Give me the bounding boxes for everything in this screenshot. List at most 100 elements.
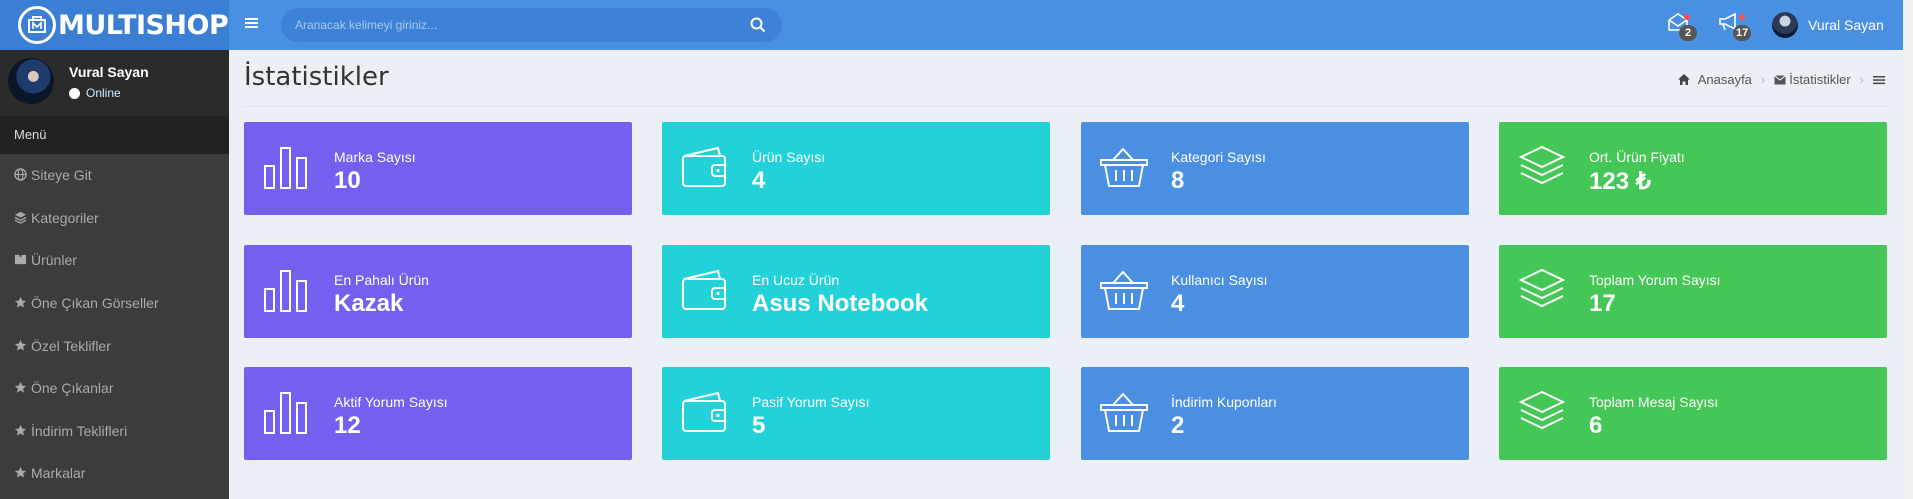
search-bar <box>281 8 782 42</box>
bar-chart-icon <box>262 389 312 435</box>
wallet-icon <box>680 144 730 190</box>
search-input[interactable] <box>295 8 735 42</box>
star-icon <box>14 296 28 310</box>
layers-icon <box>14 211 28 225</box>
stat-label: Toplam Yorum Sayısı <box>1589 272 1721 288</box>
stat-card-ort-urun-fiyati[interactable]: Ort. Ürün Fiyatı 123 ₺ <box>1499 122 1887 215</box>
stat-card-toplam-mesaj-sayisi[interactable]: Toplam Mesaj Sayısı 6 <box>1499 367 1887 460</box>
stat-value: 5 <box>752 412 766 439</box>
layers-icon <box>1517 144 1567 190</box>
menu-toggle-icon[interactable] <box>245 13 265 33</box>
announcements-count-badge: 17 <box>1733 25 1752 41</box>
announcements-notification[interactable]: 17 <box>1718 12 1752 41</box>
sidebar-item-label: Öne Çıkan Görseller <box>31 295 159 312</box>
basket-icon <box>1099 144 1149 190</box>
stat-card-indirim-kuponlari[interactable]: İndirim Kuponları 2 <box>1081 367 1469 460</box>
stat-value: Asus Notebook <box>752 290 929 317</box>
stat-card-aktif-yorum-sayisi[interactable]: Aktif Yorum Sayısı 12 <box>244 367 632 460</box>
star-icon <box>14 381 28 395</box>
stat-label: Ort. Ürün Fiyatı <box>1589 149 1685 165</box>
sidebar-item-label: Öne Çıkanlar <box>31 380 114 397</box>
stat-value: 8 <box>1171 167 1185 194</box>
stat-card-kullanici-sayisi[interactable]: Kullanıcı Sayısı 4 <box>1081 245 1469 338</box>
stat-value: 2 <box>1171 412 1185 439</box>
messages-count-badge: 2 <box>1679 25 1697 41</box>
stat-card-kategori-sayisi[interactable]: Kategori Sayısı 8 <box>1081 122 1469 215</box>
stat-label: Kategori Sayısı <box>1171 149 1266 165</box>
layers-icon <box>1517 389 1567 435</box>
unread-dot <box>1684 14 1690 20</box>
stat-value: 123 ₺ <box>1589 168 1651 195</box>
shop-badge-icon <box>18 6 56 44</box>
sidebar-item-indirim-teklifleri[interactable]: İndirim Teklifleri <box>0 410 229 453</box>
basket-icon <box>1099 267 1149 313</box>
user-menu[interactable]: Vural Sayan <box>1772 12 1884 38</box>
stat-value: 4 <box>1171 290 1185 317</box>
sidebar-user-name: Vural Sayan <box>69 64 149 80</box>
breadcrumb-home-link[interactable]: Anasayfa <box>1698 72 1752 87</box>
brand-name: MULTISHOP <box>58 9 229 41</box>
home-icon <box>1677 73 1691 86</box>
boxes-icon <box>14 253 28 267</box>
user-name: Vural Sayan <box>1808 17 1884 33</box>
sidebar-item-one-cikanlar[interactable]: Öne Çıkanlar <box>0 367 229 410</box>
sidebar-item-urunler[interactable]: Ürünler <box>0 239 229 282</box>
sidebar-item-label: İndirim Teklifleri <box>31 422 128 439</box>
stat-card-en-pahali-urun[interactable]: En Pahalı Ürün Kazak <box>244 245 632 338</box>
messages-notification[interactable]: 2 <box>1667 12 1697 41</box>
stat-label: Toplam Mesaj Sayısı <box>1589 394 1719 410</box>
status-dot-icon <box>69 87 80 99</box>
stat-value: 12 <box>334 412 361 439</box>
stat-value: 6 <box>1589 412 1603 439</box>
basket-icon <box>1099 389 1149 435</box>
sidebar-item-label: Siteye Git <box>31 167 92 184</box>
stat-value: 10 <box>334 167 361 194</box>
stat-card-toplam-yorum-sayisi[interactable]: Toplam Yorum Sayısı 17 <box>1499 245 1887 338</box>
sidebar-item-label: Kategoriler <box>31 209 99 226</box>
layers-icon <box>1517 267 1567 313</box>
stat-card-urun-sayisi[interactable]: Ürün Sayısı 4 <box>662 122 1050 215</box>
stat-card-en-ucuz-urun[interactable]: En Ucuz Ürün Asus Notebook <box>662 245 1050 338</box>
menu-header: Menü <box>0 116 229 154</box>
sidebar-item-label: Özel Teklifler <box>31 337 111 354</box>
globe-icon <box>14 168 28 182</box>
stat-card-marka-sayisi[interactable]: Marka Sayısı 10 <box>244 122 632 215</box>
sidebar: Vural Sayan Online Menü Siteye Git Kateg… <box>0 50 229 499</box>
bar-chart-icon <box>262 144 312 190</box>
top-navbar: MULTISHOP 2 17 Vural Sayan <box>0 0 1903 50</box>
breadcrumb-separator-icon: › <box>1760 72 1766 87</box>
star-icon <box>14 339 28 353</box>
breadcrumb-separator-icon: › <box>1859 72 1864 87</box>
sidebar-item-kategoriler[interactable]: Kategoriler <box>0 197 229 240</box>
stat-label: En Pahalı Ürün <box>334 272 429 288</box>
stat-label: İndirim Kuponları <box>1171 394 1277 410</box>
list-menu-icon[interactable] <box>1873 75 1885 85</box>
sidebar-item-ozel-teklifler[interactable]: Özel Teklifler <box>0 324 229 367</box>
bar-chart-icon <box>262 267 312 313</box>
sidebar-item-markalar[interactable]: Markalar <box>0 452 229 495</box>
search-icon[interactable] <box>750 17 766 33</box>
sidebar-item-one-cikan-gorseller[interactable]: Öne Çıkan Görseller <box>0 282 229 325</box>
breadcrumb-current: İstatistikler <box>1789 72 1851 87</box>
stat-value: Kazak <box>334 290 404 317</box>
unread-dot <box>1739 14 1745 20</box>
title-divider <box>244 106 1888 107</box>
envelope-icon <box>1774 74 1787 85</box>
stat-value: 17 <box>1589 290 1616 317</box>
page-scrollbar[interactable] <box>1903 0 1913 499</box>
breadcrumb: Anasayfa › İstatistikler › <box>1677 72 1885 87</box>
wallet-icon <box>680 389 730 435</box>
avatar <box>1772 12 1798 38</box>
wallet-icon <box>680 267 730 313</box>
stat-label: Aktif Yorum Sayısı <box>334 394 448 410</box>
avatar <box>8 58 54 104</box>
stat-label: Kullanıcı Sayısı <box>1171 272 1268 288</box>
stat-label: Ürün Sayısı <box>752 149 826 165</box>
stat-label: En Ucuz Ürün <box>752 272 840 288</box>
sidebar-item-label: Ürünler <box>31 252 77 269</box>
user-panel: Vural Sayan Online <box>0 50 229 116</box>
stat-card-pasif-yorum-sayisi[interactable]: Pasif Yorum Sayısı 5 <box>662 367 1050 460</box>
brand-logo[interactable]: MULTISHOP <box>0 0 229 50</box>
sidebar-item-siteye-git[interactable]: Siteye Git <box>0 154 229 197</box>
stat-label: Marka Sayısı <box>334 149 416 165</box>
